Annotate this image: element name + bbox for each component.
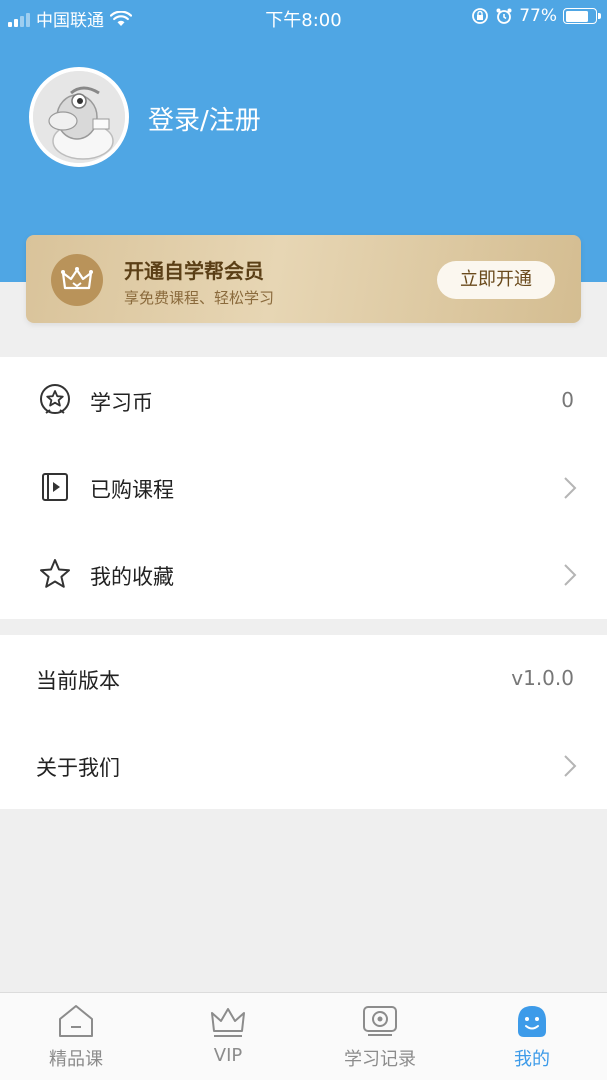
coin-star-icon <box>40 384 70 414</box>
battery-icon <box>563 8 601 24</box>
tab-label: 我的 <box>514 1049 550 1070</box>
video-book-icon <box>42 473 68 501</box>
chevron-right-icon <box>564 564 577 586</box>
version-row: 当前版本 v1.0.0 <box>0 635 607 722</box>
version-value: v1.0.0 <box>511 666 574 690</box>
alarm-icon <box>496 8 512 24</box>
menu-item-purchased-courses[interactable]: 已购课程 <box>0 444 607 531</box>
status-bar: 中国联通 下午8:00 77% <box>0 0 607 34</box>
vip-subtitle: 享免费课程、轻松学习 <box>124 289 275 307</box>
menu-item-coins[interactable]: 学习币 0 <box>0 357 607 444</box>
vip-title: 开通自学帮会员 <box>124 259 264 283</box>
record-icon <box>363 1006 397 1036</box>
tab-mine[interactable]: 我的 <box>456 993 607 1080</box>
about-us-row[interactable]: 关于我们 <box>0 722 607 809</box>
tab-courses[interactable]: 精品课 <box>0 993 152 1080</box>
tab-label: 精品课 <box>49 1049 103 1070</box>
home-icon <box>59 1005 93 1037</box>
tab-bar: 精品课 VIP 学习记录 我的 <box>0 992 607 1080</box>
chevron-right-icon <box>564 755 577 777</box>
star-icon <box>40 559 70 588</box>
vip-badge <box>51 254 103 306</box>
about-us-label: 关于我们 <box>36 756 120 780</box>
menu-item-label: 已购课程 <box>90 478 174 502</box>
tab-study-record[interactable]: 学习记录 <box>304 993 456 1080</box>
info-section: 当前版本 v1.0.0 关于我们 <box>0 635 607 809</box>
avatar-illustration-icon <box>33 71 125 163</box>
tab-vip[interactable]: VIP <box>152 993 304 1080</box>
chevron-right-icon <box>564 477 577 499</box>
login-register-link[interactable]: 登录/注册 <box>148 100 261 137</box>
version-label: 当前版本 <box>36 669 120 693</box>
menu-item-label: 我的收藏 <box>90 565 174 589</box>
menu-item-favorites[interactable]: 我的收藏 <box>0 531 607 618</box>
smile-icon <box>518 1006 546 1037</box>
battery-percent: 77% <box>519 6 557 26</box>
crown-icon <box>211 1008 245 1037</box>
avatar[interactable] <box>29 67 129 167</box>
menu-item-label: 学习币 <box>90 391 153 415</box>
menu-section: 学习币 0 已购课程 我的收藏 <box>0 357 607 619</box>
tab-label: 学习记录 <box>344 1049 416 1070</box>
orientation-lock-icon <box>472 8 489 24</box>
vip-banner[interactable]: 开通自学帮会员 享免费课程、轻松学习 立即开通 <box>26 235 581 323</box>
coin-balance: 0 <box>561 388 574 412</box>
crown-icon <box>61 267 93 290</box>
tab-label: VIP <box>213 1045 243 1066</box>
open-vip-button[interactable]: 立即开通 <box>437 261 555 299</box>
